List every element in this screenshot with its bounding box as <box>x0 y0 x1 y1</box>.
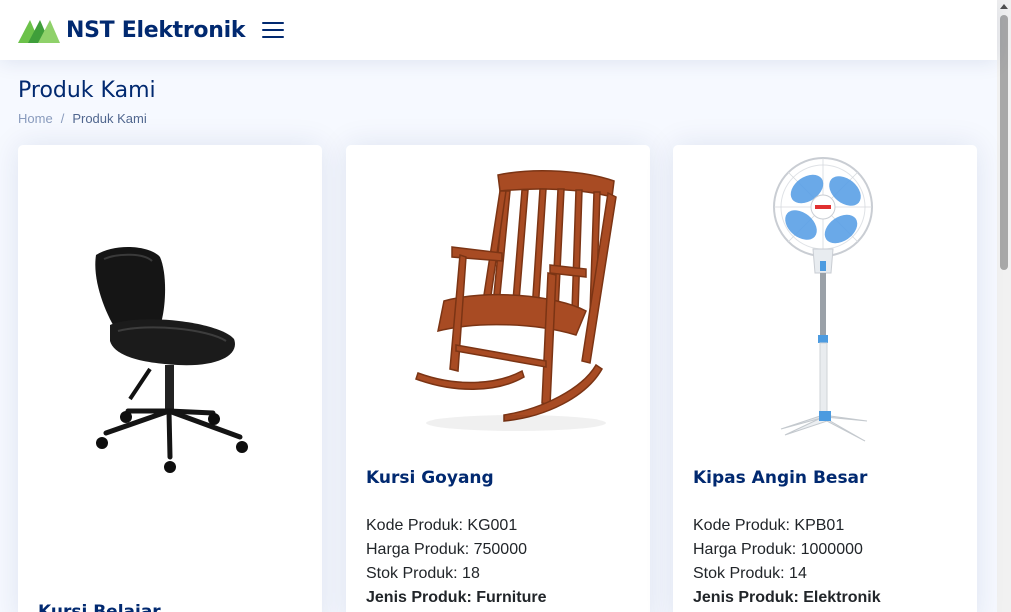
product-stock: Stok Produk: 14 <box>693 565 807 582</box>
product-stock: Stok Produk: 18 <box>366 565 480 582</box>
page-scrollbar[interactable] <box>997 0 1011 612</box>
brand-name: NST Elektronik <box>66 17 246 43</box>
breadcrumb-separator: / <box>60 111 65 126</box>
product-price: Harga Produk: 750000 <box>366 541 527 558</box>
scroll-up-arrow-icon[interactable] <box>1000 4 1008 9</box>
product-details: Kode Produk: KG001 Harga Produk: 750000 … <box>366 514 546 610</box>
product-card: Kursi Belajar <box>18 145 322 612</box>
breadcrumb-current: Produk Kami <box>72 111 147 126</box>
scrollbar-thumb[interactable] <box>1000 15 1008 270</box>
hamburger-list-icon <box>262 22 285 38</box>
page-title-section: Produk Kami Home / Produk Kami <box>18 78 156 126</box>
product-type: Jenis Produk: Furniture <box>366 589 547 606</box>
standing-electric-fan-image <box>773 157 873 442</box>
top-header: NST Elektronik <box>0 0 997 60</box>
menu-toggle-button[interactable] <box>261 20 285 40</box>
page-title: Produk Kami <box>18 78 156 103</box>
breadcrumb-home-link[interactable]: Home <box>18 111 53 126</box>
product-details: Kode Produk: KPB01 Harga Produk: 1000000… <box>693 514 881 610</box>
product-code: Kode Produk: KPB01 <box>693 517 845 534</box>
brand-logo-link[interactable]: NST Elektronik <box>18 17 245 43</box>
black-office-chair-image <box>95 246 248 473</box>
product-card: Kipas Angin Besar Kode Produk: KPB01 Har… <box>673 145 977 612</box>
breadcrumb: Home / Produk Kami <box>18 111 156 126</box>
product-code: Kode Produk: KG001 <box>366 517 518 534</box>
product-price: Harga Produk: 1000000 <box>693 541 863 558</box>
product-name: Kursi Goyang <box>366 468 494 488</box>
nst-logo-icon <box>18 20 60 43</box>
wooden-rocking-chair-image <box>415 169 617 431</box>
product-name: Kursi Belajar <box>38 602 161 612</box>
product-type: Jenis Produk: Elektronik <box>693 589 881 606</box>
product-name: Kipas Angin Besar <box>693 468 868 488</box>
product-card: Kursi Goyang Kode Produk: KG001 Harga Pr… <box>346 145 650 612</box>
